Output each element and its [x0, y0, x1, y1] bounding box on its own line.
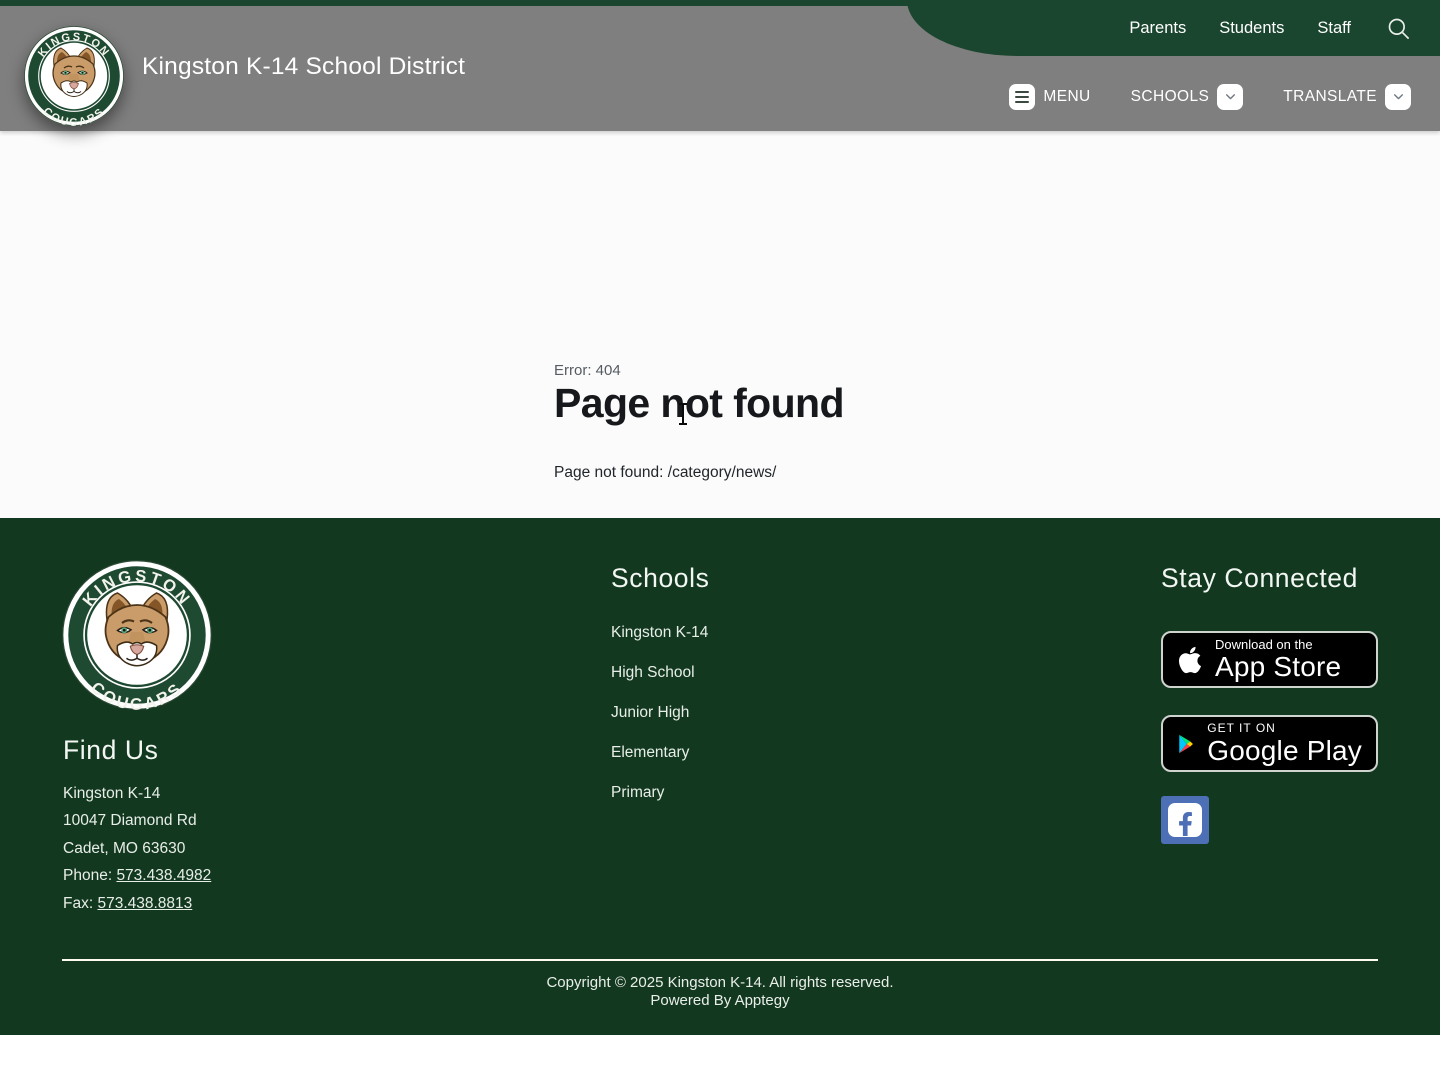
- school-link-primary[interactable]: Primary: [611, 784, 664, 802]
- stay-connected-heading: Stay Connected: [1161, 563, 1378, 594]
- copyright: Copyright © 2025 Kingston K-14. All righ…: [0, 974, 1440, 1009]
- school-link-high-school[interactable]: High School: [611, 664, 695, 682]
- hamburger-icon: [1009, 84, 1035, 110]
- page-title: Kingston K-14 School District: [142, 53, 465, 81]
- cougar-mascot-logo: KINGSTON COUGARS: [62, 560, 212, 710]
- apple-icon: [1177, 645, 1203, 675]
- site-header: KINGSTON COUGARS: [0, 0, 1440, 131]
- search-button[interactable]: [1384, 14, 1412, 42]
- facebook-link[interactable]: [1161, 796, 1209, 844]
- footer-district-logo[interactable]: KINGSTON COUGARS: [62, 560, 212, 710]
- phone-link[interactable]: 573.438.4982: [116, 867, 211, 884]
- google-play-icon: [1177, 729, 1195, 759]
- copyright-line: Copyright © 2025 Kingston K-14. All righ…: [0, 974, 1440, 992]
- fax-label: Fax:: [63, 895, 97, 912]
- app-store-tagline: Download on the: [1215, 637, 1341, 652]
- chevron-down-icon: [1385, 84, 1411, 110]
- address-line: Kingston K-14: [63, 780, 211, 807]
- address-line: Cadet, MO 63630: [63, 835, 211, 862]
- phone-line: Phone: 573.438.4982: [63, 862, 211, 889]
- page: KINGSTON COUGARS: [0, 0, 1440, 1080]
- nav-students[interactable]: Students: [1219, 19, 1284, 38]
- school-link-elementary[interactable]: Elementary: [611, 744, 689, 762]
- google-play-tagline: GET IT ON: [1207, 721, 1362, 736]
- phone-label: Phone:: [63, 867, 116, 884]
- powered-by-line: Powered By Apptegy: [0, 992, 1440, 1010]
- google-play-badge[interactable]: GET IT ON Google Play: [1161, 715, 1378, 772]
- facebook-icon: [1168, 803, 1202, 837]
- schools-heading: Schools: [611, 563, 709, 594]
- header-toolbar: MENU SCHOOLS TRANSLATE: [1009, 83, 1411, 110]
- find-us-heading: Find Us: [63, 735, 159, 766]
- app-store-name: App Store: [1215, 652, 1341, 682]
- footer-schools-column: Schools Kingston K-14 High School Junior…: [611, 563, 709, 824]
- site-footer: KINGSTON COUGARS: [0, 518, 1440, 1035]
- nav-parents[interactable]: Parents: [1129, 19, 1186, 38]
- app-store-badge[interactable]: Download on the App Store: [1161, 631, 1378, 688]
- translate-dropdown[interactable]: TRANSLATE: [1283, 84, 1411, 110]
- menu-label: MENU: [1043, 88, 1090, 106]
- stay-connected-column: Stay Connected Download on the App Store: [1161, 563, 1378, 844]
- nav-staff[interactable]: Staff: [1317, 19, 1351, 38]
- address-line: 10047 Diamond Rd: [63, 807, 211, 834]
- error-message: Page not found: /category/news/: [554, 464, 776, 482]
- fax-line: Fax: 573.438.8813: [63, 890, 211, 917]
- translate-label: TRANSLATE: [1283, 88, 1377, 106]
- top-nav: Parents Students Staff: [1129, 0, 1440, 56]
- main-content: Error: 404 Page not found Page not found…: [0, 131, 1440, 518]
- district-logo[interactable]: KINGSTON COUGARS: [24, 26, 124, 126]
- error-code-label: Error: 404: [554, 362, 621, 379]
- cougar-mascot-logo: KINGSTON COUGARS: [24, 26, 124, 126]
- school-link-junior-high[interactable]: Junior High: [611, 704, 689, 722]
- google-play-name: Google Play: [1207, 736, 1362, 766]
- schools-dropdown[interactable]: SCHOOLS: [1131, 84, 1244, 110]
- school-link-kingston-k14[interactable]: Kingston K-14: [611, 624, 708, 642]
- school-links: Kingston K-14 High School Junior High El…: [611, 624, 709, 802]
- i-beam-cursor: [682, 403, 684, 425]
- fax-link[interactable]: 573.438.8813: [97, 895, 192, 912]
- error-title: Page not found: [554, 380, 844, 427]
- address-block: Kingston K-14 10047 Diamond Rd Cadet, MO…: [63, 780, 211, 917]
- chevron-down-icon: [1217, 84, 1243, 110]
- footer-divider: [62, 959, 1378, 961]
- menu-button[interactable]: MENU: [1009, 84, 1090, 110]
- bottom-whitespace: [0, 1035, 1440, 1080]
- schools-label: SCHOOLS: [1131, 88, 1210, 106]
- search-icon: [1385, 15, 1412, 42]
